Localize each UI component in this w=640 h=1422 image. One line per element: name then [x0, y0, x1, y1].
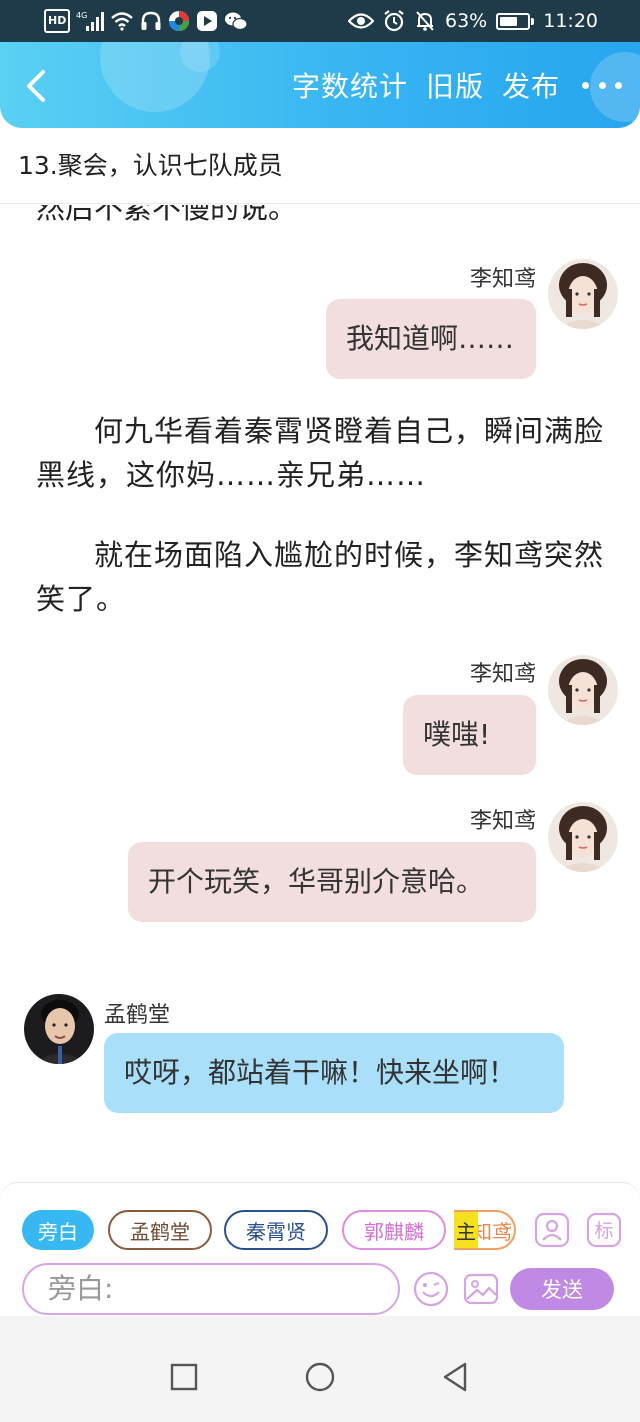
emoji-icon[interactable] [413, 1271, 449, 1307]
header-actions: 字数统计 旧版 发布 [274, 42, 622, 128]
more-dots-icon [582, 81, 589, 89]
avatar[interactable] [548, 802, 618, 872]
narration-partial: 然后不紧不慢的说。 [36, 205, 298, 225]
status-bar: HD 4G 63% 11:20 [0, 0, 640, 42]
clock: 11:20 [543, 10, 598, 32]
system-nav-bar [0, 1316, 640, 1422]
battery-icon [496, 12, 535, 30]
message-input[interactable]: 旁白: [22, 1263, 400, 1315]
story-content[interactable]: 然后不紧不慢的说。 李知鸢 我知道啊…… 何九华看着秦霄贤瞪着自己，瞬间满脸黑线… [0, 205, 640, 1180]
role-chip-li[interactable]: 主 李知鸢 [454, 1210, 516, 1250]
role-chip-narrator[interactable]: 旁白 [22, 1210, 94, 1250]
mute-icon [414, 9, 436, 33]
speaker-name: 李知鸢 [469, 267, 536, 292]
back-triangle-icon[interactable] [438, 1360, 472, 1394]
old-version-button[interactable]: 旧版 [426, 65, 484, 105]
recent-apps-icon[interactable] [167, 1360, 201, 1394]
publish-button[interactable]: 发布 [502, 65, 560, 105]
narration: 就在场面陷入尴尬的时候，李知鸢突然笑了。 [36, 538, 605, 616]
wifi-icon [110, 9, 134, 33]
main-character-tag: 主 [454, 1212, 478, 1248]
chat-bubble[interactable]: 哎呀，都站着干嘛！快来坐啊！ [104, 1033, 564, 1113]
avatar[interactable] [548, 259, 618, 329]
speaker-name: 李知鸢 [469, 662, 536, 687]
composer-toolbar: 旁白 孟鹤堂 秦霄贤 郭麒麟 主 李知鸢 标 旁白: 发送 [0, 1182, 640, 1316]
send-button[interactable]: 发送 [510, 1268, 614, 1310]
top-app-bar: 字数统计 旧版 发布 [0, 42, 640, 128]
more-button[interactable] [582, 65, 622, 105]
role-chip-meng[interactable]: 孟鹤堂 [108, 1210, 212, 1250]
eye-icon [348, 9, 374, 33]
chat-bubble[interactable]: 开个玩笑，华哥别介意哈。 [128, 842, 536, 922]
hd-icon: HD [44, 9, 71, 33]
status-right: 63% 11:20 [348, 9, 598, 33]
home-icon[interactable] [303, 1360, 337, 1394]
signal-icon: 4G [76, 9, 105, 33]
avatar[interactable] [24, 994, 94, 1064]
speaker-name: 孟鹤堂 [104, 1003, 171, 1028]
narration: 何九华看着秦霄贤瞪着自己，瞬间满脸黑线，这你妈……亲兄弟…… [36, 414, 605, 492]
headphones-icon [140, 9, 162, 33]
role-chip-guo[interactable]: 郭麒麟 [342, 1210, 446, 1250]
tag-label: 标 [594, 1220, 613, 1242]
chevron-left-icon [27, 70, 45, 102]
avatar[interactable] [548, 655, 618, 725]
back-button[interactable] [18, 66, 54, 106]
wechat-icon [224, 9, 248, 33]
speaker-name: 李知鸢 [469, 809, 536, 834]
network-type: 4G [76, 11, 87, 20]
role-chip-qin[interactable]: 秦霄贤 [224, 1210, 328, 1250]
chat-bubble[interactable]: 我知道啊…… [326, 299, 536, 379]
character-manage-icon[interactable] [534, 1212, 570, 1248]
play-icon [196, 9, 218, 33]
image-icon[interactable] [463, 1271, 499, 1307]
battery-fill [500, 16, 517, 26]
word-count-button[interactable]: 字数统计 [292, 65, 408, 105]
alarm-icon [383, 9, 405, 33]
chapter-title[interactable]: 13.聚会，认识七队成员 [0, 128, 640, 204]
tag-button[interactable]: 标 [586, 1212, 622, 1248]
status-left: HD 4G [44, 9, 248, 33]
app-icon [168, 9, 190, 33]
chat-bubble[interactable]: 噗嗤! [403, 695, 536, 775]
battery-percent: 63% [445, 10, 488, 32]
